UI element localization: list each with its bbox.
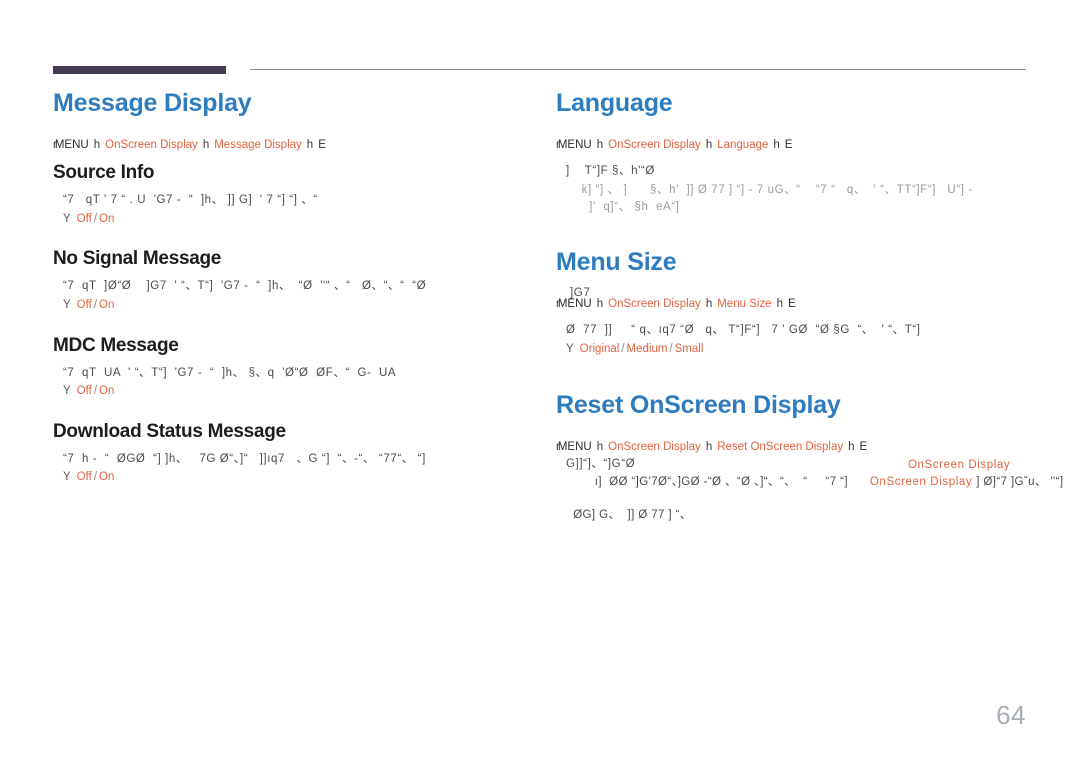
option-off[interactable]: Off [77,299,92,311]
breadcrumb-crumb-onscreen-display: OnScreen Display [608,298,701,311]
setting-block-no-signal-message: No Signal Message “7 qT ]Ø“Ø ]G7 ' “、T“]… [53,249,531,313]
section-description-language: ] T“]F §、h'“Ø [566,165,655,178]
setting-description-download-status-message: “7 h - “ ØGØ “] ]h、 7G Ø“、]“ ]]ıq7 、G “]… [63,452,426,465]
option-separator: / [93,298,98,311]
section-block-menu-size: Menu Size ]G7 rMENU h OnScreen Display h Men… [556,249,1034,358]
section-description-reset-line-2: ØG] G、 ]] Ø 77 ] “、 [566,508,692,521]
breadcrumb-reset-onscreen-display: rMENU h OnScreen Display h Reset OnScreen Di… [556,440,1034,455]
page-header-rules [0,0,1080,90]
breadcrumb-menu-label: MENU [557,440,592,453]
option-separator-1: / [621,343,625,356]
breadcrumb-enter-key-icon: E [318,139,326,152]
breadcrumb-arrow-icon-2: h [202,139,210,152]
setting-description-source-info: “7 qT ' 7 “ . U 'G7 - “ ]h、 ]] G] ' 7 “]… [63,194,318,207]
breadcrumb-crumb-language: Language [717,139,769,152]
breadcrumb-arrow-icon: h [596,139,604,152]
breadcrumb-enter-key-icon: E [784,139,793,152]
option-separator: / [93,385,98,398]
breadcrumb-arrow-icon-2: h [705,440,713,453]
breadcrumb-arrow-icon: h [596,298,604,311]
setting-block-mdc-message: MDC Message “7 qT UA ' “、T“] 'G7 - “ ]h、… [53,334,531,400]
option-bullet-icon: Y [566,343,574,356]
option-separator-2: / [669,343,673,356]
section-note-language-line-2: ]' q]“、 §h eA“] [574,200,680,213]
header-accent-bar [53,66,226,74]
option-off[interactable]: Off [77,213,92,225]
setting-options-mdc-message: Y Off / On [53,383,531,400]
setting-description-no-signal-message: “7 qT ]Ø“Ø ]G7 ' “、T“] 'G7 - “ ]h、 “Ø ''… [63,280,427,293]
option-off[interactable]: Off [77,385,92,397]
right-column: Language rMENU h OnScreen Display h Language… [556,90,1063,546]
inline-highlight-onscreen-display-a: OnScreen Display [869,475,973,488]
section-note-language-line-1: k] “] 、 ] §、h' ]] Ø 77 ] “] - 7 uG、“ “7 … [574,183,973,196]
section-description-reset-text: ı] ØØ “]G'7Ø“、]GØ -“Ø 、“Ø 、]“、“、 “ “7 “] [594,475,848,488]
section-block-reset-onscreen-display: Reset OnScreen Display rMENU h OnScreen Di… [556,390,1063,524]
breadcrumb-message-display: rMENU h OnScreen Display h Message Display h E [53,138,531,153]
section-block-language: Language rMENU h OnScreen Display h Language… [556,90,1034,215]
breadcrumb-menu-label: MENU [557,298,592,311]
breadcrumb-enter-key-icon: E [859,440,868,453]
breadcrumb-crumb-onscreen-display: OnScreen Display [608,139,701,152]
section-description-reset-tail: ] Ø]“7 ]Gˇu、 ''“] [976,475,1064,488]
page-number: 64 [996,700,1026,730]
section-description-reset-line-1: ı] ØØ “]G'7Ø“、]GØ -“Ø 、“Ø 、]“、“、 “ “7 “]… [556,457,1063,507]
breadcrumb-arrow-icon-3: h [848,440,855,453]
option-separator: / [93,212,98,225]
option-bullet-icon: Y [63,212,71,225]
setting-options-download-status-message: Y Off / On [53,469,531,486]
breadcrumb-crumb-menu-size: Menu Size [717,298,772,311]
setting-title-download-status-message: Download Status Message [53,420,286,442]
section-title-menu-size: Menu Size [556,248,677,277]
option-on[interactable]: On [99,385,114,397]
section-title-reset-onscreen-display: Reset OnScreen Display [556,390,841,419]
breadcrumb-arrow-icon: h [93,139,101,152]
option-medium[interactable]: Medium [627,343,668,355]
left-column: Message Display rMENU h OnScreen Display h M… [53,90,531,508]
section-title-message-display: Message Display [53,89,252,117]
inline-highlight-onscreen-display-b: OnScreen Display [908,458,1011,471]
setting-block-download-status-message: Download Status Message “7 h - “ ØGØ “] … [53,420,531,486]
breadcrumb-arrow-icon-2: h [705,139,713,152]
breadcrumb-arrow-icon: h [596,440,604,453]
option-bullet-icon: Y [63,471,71,484]
option-original[interactable]: Original [580,343,620,355]
option-on[interactable]: On [99,213,114,225]
breadcrumb-crumb-message-display: Message Display [214,139,302,152]
setting-title-source-info: Source Info [53,162,155,184]
option-bullet-icon: Y [63,385,71,398]
setting-title-mdc-message: MDC Message [53,334,179,356]
breadcrumb-menu-label: MENU [557,139,592,152]
option-on[interactable]: On [99,299,114,311]
breadcrumb-arrow-icon-2: h [705,298,713,311]
option-off[interactable]: Off [77,471,92,483]
setting-title-no-signal-message: No Signal Message [53,248,222,270]
header-divider-line [250,69,1026,70]
breadcrumb-menu-label: MENU [54,139,89,152]
section-title-language: Language [556,89,673,117]
breadcrumb-crumb-onscreen-display: OnScreen Display [105,139,198,152]
option-small[interactable]: Small [675,343,704,355]
breadcrumb-arrow-icon-3: h [306,139,314,152]
option-bullet-icon: Y [63,298,71,311]
setting-options-source-info: Y Off / On [53,211,531,228]
setting-options-no-signal-message: Y Off / On [53,297,531,314]
breadcrumb-crumb-onscreen-display: OnScreen Display [608,440,701,453]
setting-description-mdc-message: “7 qT UA ' “、T“] 'G7 - “ ]h、 §、q 'Ø“Ø ØF… [63,366,397,379]
option-separator: / [93,471,98,484]
setting-options-menu-size: Y Original / Medium / Small [556,341,1034,358]
setting-block-source-info: Source Info “7 qT ' 7 “ . U 'G7 - “ ]h、 … [53,162,531,228]
option-on[interactable]: On [99,471,114,483]
breadcrumb-language: rMENU h OnScreen Display h Language h E [556,138,1034,153]
section-description-menu-size: Ø 77 ]] “ q、ıq7 “Ø q、 T“]F“] 7 ' GØ “Ø §… [566,324,921,337]
breadcrumb-arrow-icon-3: h [776,298,783,311]
breadcrumb-menu-size: rMENU h OnScreen Display h Menu Size h E [556,297,1034,312]
breadcrumb-arrow-icon-3: h [773,139,780,152]
breadcrumb-crumb-reset-onscreen-display: Reset OnScreen Display [717,440,844,453]
breadcrumb-enter-key-icon: E [787,298,796,311]
